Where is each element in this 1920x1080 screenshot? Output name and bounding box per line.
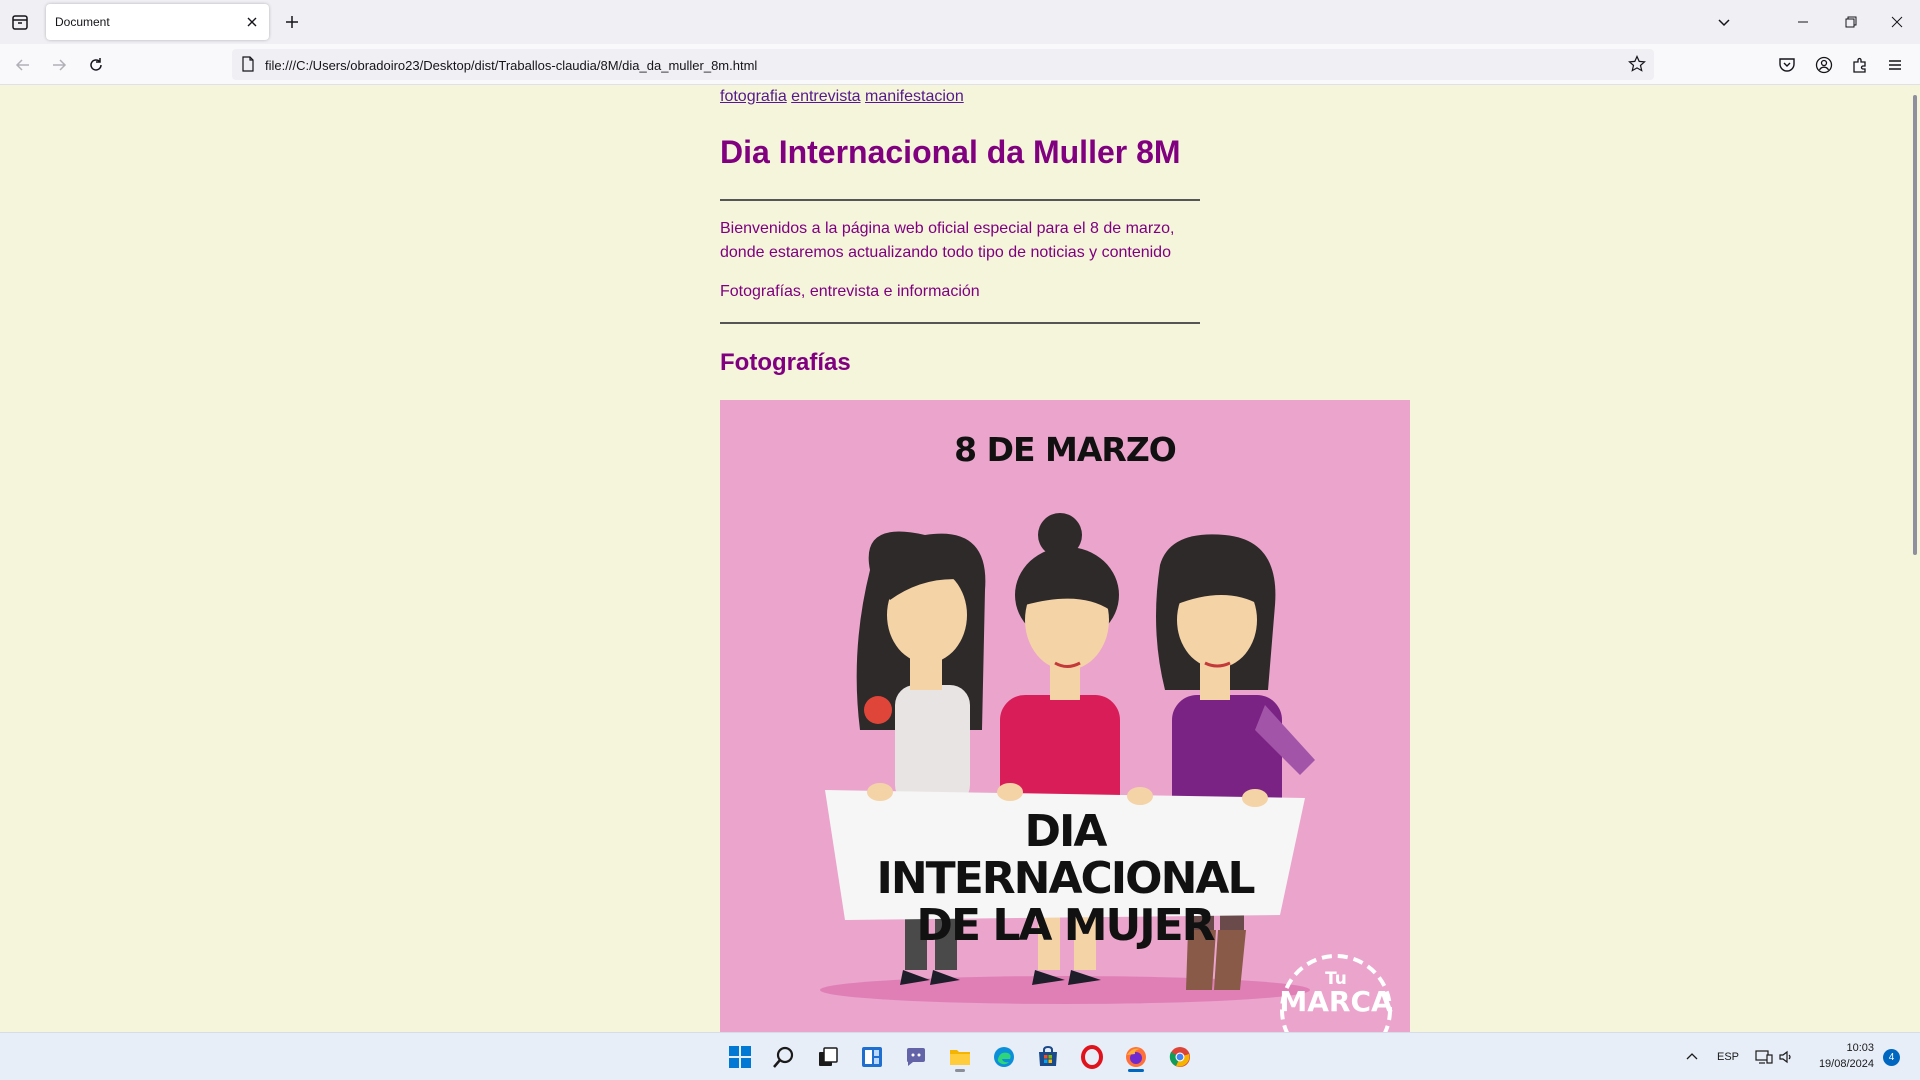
language-text: ESP bbox=[1717, 1051, 1740, 1063]
extensions-icon[interactable] bbox=[1848, 53, 1872, 77]
reload-icon[interactable] bbox=[83, 52, 109, 78]
forward-arrow-icon[interactable] bbox=[46, 52, 72, 78]
tab-title: Document bbox=[55, 15, 110, 29]
link-fotografia[interactable]: fotografia bbox=[720, 88, 787, 105]
start-icon[interactable] bbox=[722, 1039, 758, 1075]
address-bar[interactable]: file:///C:/Users/obradoiro23/Desktop/dis… bbox=[232, 49, 1654, 80]
clock[interactable]: 10:03 19/08/2024 bbox=[1804, 1040, 1874, 1072]
account-icon[interactable] bbox=[1812, 53, 1836, 77]
link-manifestacion[interactable]: manifestacion bbox=[865, 88, 964, 105]
poster-banner-text: DIA INTERNACIONAL DE LA MUJER bbox=[850, 808, 1280, 949]
section-title-fotografias: Fotografías bbox=[720, 349, 851, 376]
brand-logo: Tu MARCA bbox=[1276, 970, 1396, 1016]
page-icon bbox=[240, 56, 256, 72]
active-tab[interactable]: Document bbox=[46, 4, 269, 40]
scrollbar-thumb[interactable] bbox=[1913, 95, 1917, 555]
volume-icon[interactable] bbox=[1778, 1033, 1794, 1080]
intro-paragraph: Bienvenidos a la página web oficial espe… bbox=[720, 220, 1175, 261]
banner-line-1: DIA INTERNACIONAL bbox=[876, 806, 1255, 904]
widgets-icon[interactable] bbox=[854, 1039, 890, 1075]
pocket-icon[interactable] bbox=[1775, 53, 1799, 77]
content-summary: Fotografías, entrevista e información bbox=[720, 283, 980, 300]
search-icon[interactable] bbox=[766, 1039, 802, 1075]
taskbar: ESP 10:03 19/08/2024 4 bbox=[0, 1032, 1920, 1080]
url-text[interactable]: file:///C:/Users/obradoiro23/Desktop/dis… bbox=[265, 58, 757, 73]
top-nav-links: fotografia entrevista manifestacion bbox=[720, 88, 964, 106]
chat-icon[interactable] bbox=[898, 1039, 934, 1075]
language-indicator[interactable]: ESP bbox=[1717, 1033, 1739, 1080]
chrome-icon[interactable] bbox=[1162, 1039, 1198, 1075]
page-title: Dia Internacional da Muller 8M bbox=[720, 134, 1181, 170]
poster-image: 8 DE MARZO DIA INTERNACIONAL DE LA MUJER… bbox=[720, 400, 1410, 1032]
show-hidden-icons[interactable] bbox=[1684, 1033, 1700, 1080]
minimize-icon[interactable] bbox=[1780, 0, 1826, 44]
list-all-tabs-icon[interactable] bbox=[8, 10, 32, 34]
divider bbox=[720, 199, 1200, 201]
file-explorer-icon[interactable] bbox=[942, 1039, 978, 1075]
task-view-icon[interactable] bbox=[810, 1039, 846, 1075]
banner-line-2: DE LA MUJER bbox=[916, 900, 1215, 951]
brand-big-text: MARCA bbox=[1279, 985, 1393, 1018]
clock-time: 10:03 bbox=[1846, 1042, 1874, 1054]
firefox-icon[interactable] bbox=[1118, 1039, 1154, 1075]
vertical-scrollbar[interactable] bbox=[1908, 85, 1920, 1032]
clock-date: 19/08/2024 bbox=[1818, 1058, 1874, 1070]
tab-bar: Document bbox=[0, 0, 1920, 44]
network-icon[interactable] bbox=[1755, 1033, 1773, 1080]
store-icon[interactable] bbox=[1030, 1039, 1066, 1075]
restore-icon[interactable] bbox=[1828, 0, 1874, 44]
bookmark-star-icon[interactable] bbox=[1628, 55, 1646, 73]
new-tab-icon[interactable] bbox=[280, 10, 304, 34]
link-entrevista[interactable]: entrevista bbox=[791, 88, 860, 105]
running-indicator bbox=[955, 1069, 965, 1072]
active-indicator bbox=[1128, 1069, 1144, 1072]
chevron-down-icon[interactable] bbox=[1712, 10, 1736, 34]
menu-icon[interactable] bbox=[1883, 53, 1907, 77]
opera-icon[interactable] bbox=[1074, 1039, 1110, 1075]
notification-badge[interactable]: 4 bbox=[1883, 1049, 1900, 1066]
divider bbox=[720, 322, 1200, 324]
page-viewport: fotografia entrevista manifestacion Dia … bbox=[0, 85, 1920, 1032]
close-window-icon[interactable] bbox=[1874, 0, 1920, 44]
poster-date-text: 8 DE MARZO bbox=[954, 430, 1177, 469]
edge-icon[interactable] bbox=[986, 1039, 1022, 1075]
close-tab-icon[interactable] bbox=[243, 13, 261, 31]
back-arrow-icon[interactable] bbox=[10, 52, 36, 78]
navigation-bar: file:///C:/Users/obradoiro23/Desktop/dis… bbox=[0, 44, 1920, 85]
